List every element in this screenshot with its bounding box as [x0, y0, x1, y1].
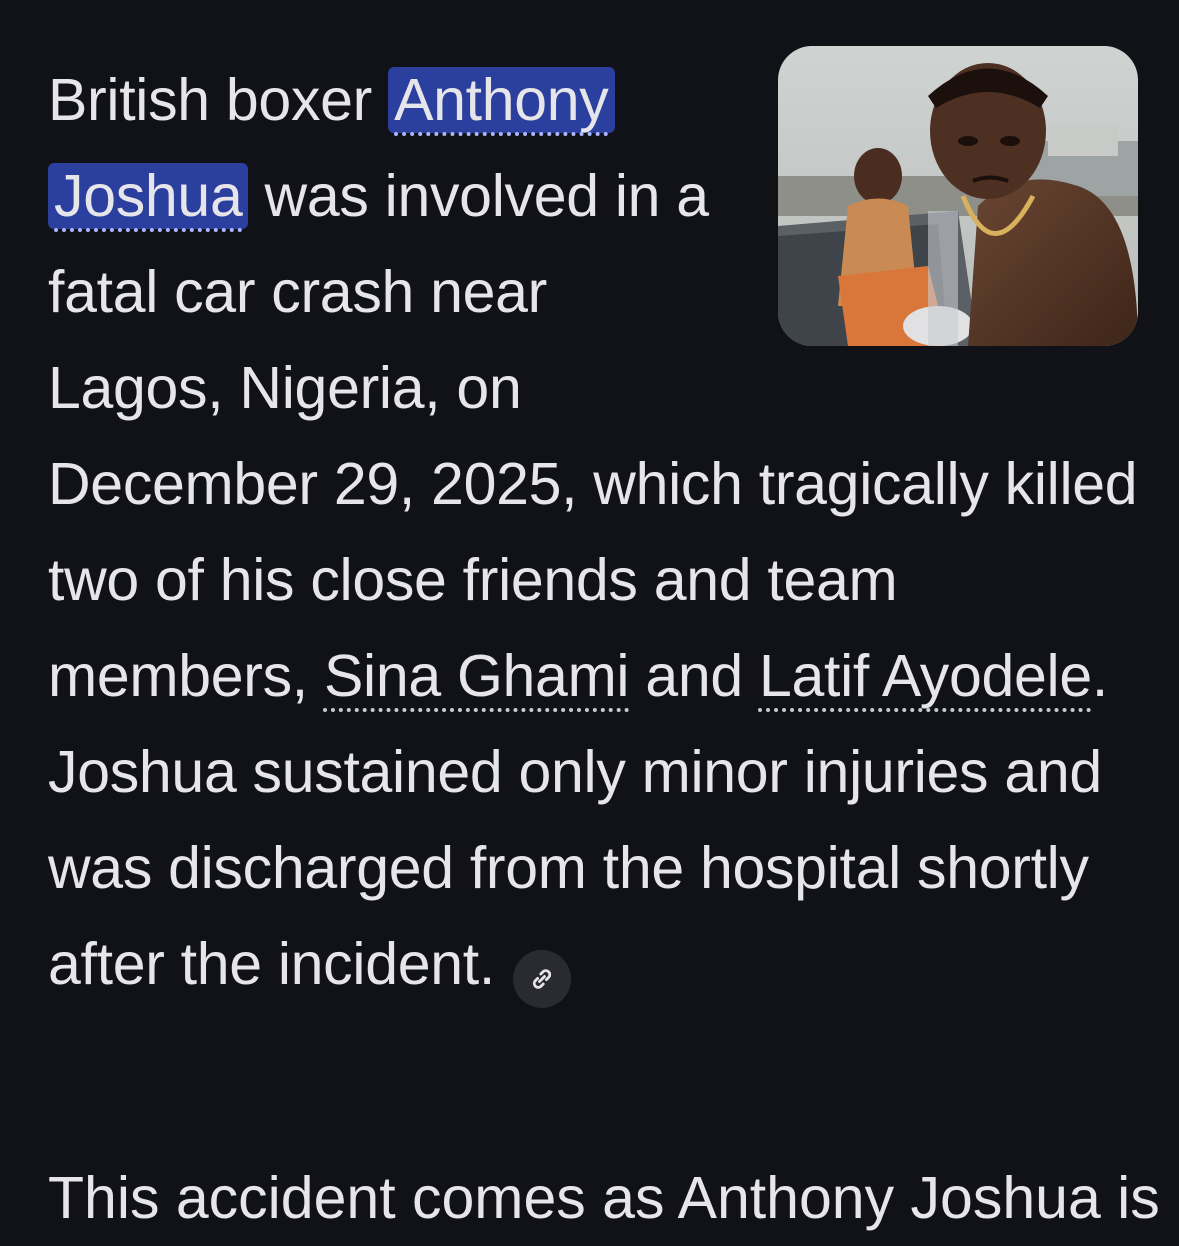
answer-intro-text: British boxer — [48, 67, 389, 133]
link-icon — [532, 969, 552, 989]
next-paragraph-partial: This accident comes as Anthony Joshua is — [48, 1165, 1160, 1231]
answer-conjunction-text: and — [629, 643, 759, 709]
entity-link-sina-ghami[interactable]: Sina Ghami — [324, 643, 630, 709]
entity-link-latif-ayodele[interactable]: Latif Ayodele — [759, 643, 1092, 709]
boxer-photo — [778, 46, 1138, 346]
thumbnail-image[interactable] — [778, 46, 1138, 346]
ai-answer-block: British boxer Anthony Joshua was involve… — [48, 46, 1138, 1012]
source-link-button[interactable] — [512, 950, 571, 1008]
